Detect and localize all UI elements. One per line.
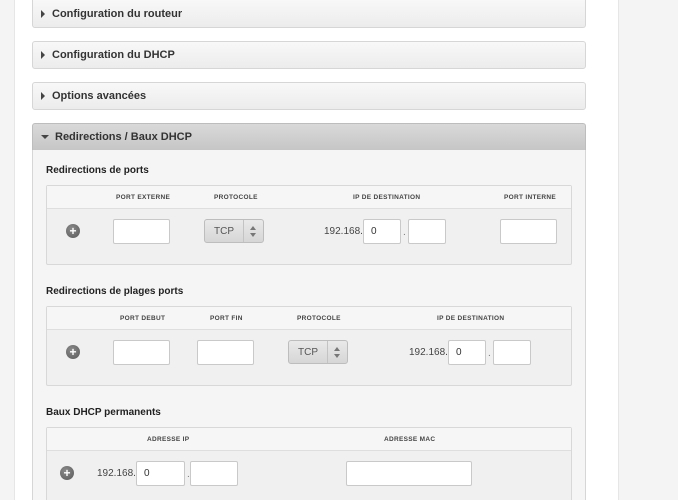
end-port-input[interactable] (197, 340, 254, 365)
col-internal-port: PORT INTERNE (504, 194, 556, 201)
col-destination-ip: IP DE DESTINATION (353, 194, 421, 201)
ip-octet3-input[interactable]: 0 (136, 461, 185, 486)
port-redirections-table: PORT EXTERNE PROTOCOLE IP DE DESTINATION… (46, 185, 572, 265)
ip-dot: . (488, 348, 491, 359)
accordion-advanced-options-label: Options avancées (52, 90, 147, 102)
col-destination-ip: IP DE DESTINATION (437, 315, 505, 322)
ip-prefix: 192.168. (324, 226, 363, 237)
ip-octet4-input[interactable] (493, 340, 531, 365)
protocol-select[interactable]: TCP (288, 340, 348, 364)
protocol-select-value: TCP (298, 346, 318, 358)
col-start-port: PORT DEBUT (120, 315, 166, 322)
add-range-redirection-button[interactable]: + (66, 345, 80, 359)
updown-arrows-icon (334, 347, 341, 358)
select-divider (327, 341, 328, 363)
port-redirections-title: Redirections de ports (46, 165, 149, 176)
range-redirections-table: PORT DEBUT PORT FIN PROTOCOLE IP DE DEST… (46, 306, 572, 386)
updown-arrows-icon (250, 226, 257, 237)
chevron-right-icon (41, 9, 45, 18)
col-protocol: PROTOCOLE (297, 315, 341, 322)
mac-address-input[interactable] (346, 461, 472, 486)
internal-port-input[interactable] (500, 219, 557, 244)
col-protocol: PROTOCOLE (214, 194, 258, 201)
ip-octet4-input[interactable] (190, 461, 238, 486)
col-external-port: PORT EXTERNE (116, 194, 171, 201)
ip-octet3-input[interactable]: 0 (363, 219, 401, 244)
accordion-dhcp-config-label: Configuration du DHCP (52, 49, 175, 61)
ip-prefix: 192.168. (409, 347, 448, 358)
table-header: ADRESSE IP ADRESSE MAC (47, 428, 571, 451)
table-header: PORT DEBUT PORT FIN PROTOCOLE IP DE DEST… (47, 307, 571, 330)
ip-dot: . (403, 227, 406, 238)
add-port-redirection-button[interactable]: + (66, 224, 80, 238)
start-port-input[interactable] (113, 340, 170, 365)
dhcp-leases-title: Baux DHCP permanents (46, 407, 161, 418)
protocol-select-value: TCP (214, 225, 234, 237)
external-port-input[interactable] (113, 219, 170, 244)
ip-octet4-input[interactable] (408, 219, 446, 244)
ip-octet3-input[interactable]: 0 (448, 340, 486, 365)
col-mac-address: ADRESSE MAC (384, 436, 436, 443)
accordion-redirections-label: Redirections / Baux DHCP (55, 131, 192, 143)
accordion-advanced-options[interactable]: Options avancées (32, 82, 586, 110)
range-redirections-title: Redirections de plages ports (46, 286, 184, 297)
ip-prefix: 192.168. (97, 468, 136, 479)
col-ip-address: ADRESSE IP (147, 436, 190, 443)
chevron-right-icon (41, 92, 45, 100)
accordion-redirections[interactable]: Redirections / Baux DHCP (32, 123, 586, 151)
accordion-router-config-label: Configuration du routeur (52, 7, 183, 20)
accordion-dhcp-config[interactable]: Configuration du DHCP (32, 41, 586, 69)
protocol-select[interactable]: TCP (204, 219, 264, 243)
add-dhcp-lease-button[interactable]: + (60, 466, 74, 480)
col-end-port: PORT FIN (210, 315, 243, 322)
chevron-right-icon (41, 51, 45, 59)
accordion-router-config[interactable]: Configuration du routeur (32, 0, 586, 28)
select-divider (243, 220, 244, 242)
table-header: PORT EXTERNE PROTOCOLE IP DE DESTINATION… (47, 186, 571, 209)
chevron-down-icon (41, 135, 49, 139)
dhcp-leases-table: ADRESSE IP ADRESSE MAC + 192.168. 0 . (46, 427, 572, 500)
